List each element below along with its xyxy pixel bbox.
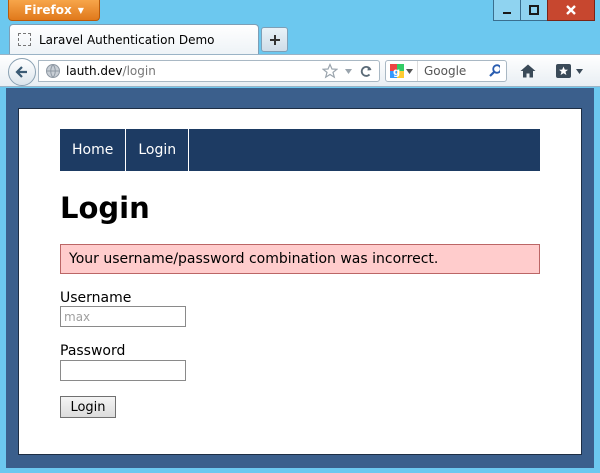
minimize-button[interactable]	[493, 0, 521, 21]
site-navigation: Home Login	[60, 129, 540, 171]
chevron-down-icon[interactable]	[344, 67, 353, 76]
chevron-down-icon	[576, 68, 583, 74]
search-placeholder: Google	[424, 64, 467, 78]
password-input[interactable]	[60, 360, 186, 381]
username-input[interactable]	[60, 306, 186, 327]
close-icon	[566, 5, 576, 15]
google-logo-icon: g	[390, 64, 404, 78]
maximize-button[interactable]	[520, 0, 548, 21]
blank-page-icon	[18, 33, 31, 46]
reload-icon[interactable]	[359, 64, 373, 78]
window-controls	[493, 0, 595, 21]
web-page: Home Login Login Your username/password …	[18, 108, 582, 455]
url-host: lauth.dev	[66, 64, 123, 78]
navigation-toolbar: lauth.dev/login g Google	[0, 54, 600, 87]
nav-login-link[interactable]: Login	[126, 129, 190, 171]
page-title: Login	[60, 191, 150, 225]
tab-strip: Laravel Authentication Demo	[0, 24, 600, 54]
home-button[interactable]	[519, 63, 537, 83]
login-submit-button[interactable]: Login	[60, 396, 116, 418]
firefox-menu-button[interactable]: Firefox ▼	[8, 0, 100, 21]
maximize-icon	[529, 5, 539, 15]
close-button[interactable]	[547, 0, 595, 21]
back-button[interactable]	[8, 58, 36, 86]
error-message: Your username/password combination was i…	[60, 244, 540, 274]
tab-title: Laravel Authentication Demo	[39, 32, 215, 47]
bookmarks-icon	[556, 64, 571, 78]
password-label: Password	[60, 343, 126, 359]
username-label: Username	[60, 290, 132, 306]
svg-text:g: g	[393, 67, 400, 78]
globe-icon	[46, 64, 60, 78]
chevron-down-icon: ▼	[77, 5, 84, 15]
search-icon[interactable]	[486, 64, 506, 78]
url-path: /login	[122, 64, 156, 78]
nav-home-link[interactable]: Home	[60, 129, 127, 171]
chevron-down-icon	[406, 68, 413, 74]
star-icon[interactable]	[322, 63, 338, 79]
window-titlebar: Firefox ▼	[0, 0, 600, 24]
new-tab-button[interactable]	[261, 27, 288, 52]
search-engine-selector[interactable]: g	[386, 61, 418, 81]
minimize-icon	[503, 12, 511, 14]
tab-laravel-authentication-demo[interactable]: Laravel Authentication Demo	[9, 24, 259, 54]
firefox-menu-label: Firefox	[24, 3, 72, 17]
home-icon	[520, 64, 536, 78]
content-area: Home Login Login Your username/password …	[6, 88, 594, 468]
back-arrow-icon	[15, 66, 27, 78]
bookmarks-menu-button[interactable]	[555, 63, 583, 79]
url-bar[interactable]: lauth.dev/login	[38, 60, 380, 82]
plus-icon	[269, 34, 280, 45]
search-bar[interactable]: g Google	[385, 60, 507, 82]
